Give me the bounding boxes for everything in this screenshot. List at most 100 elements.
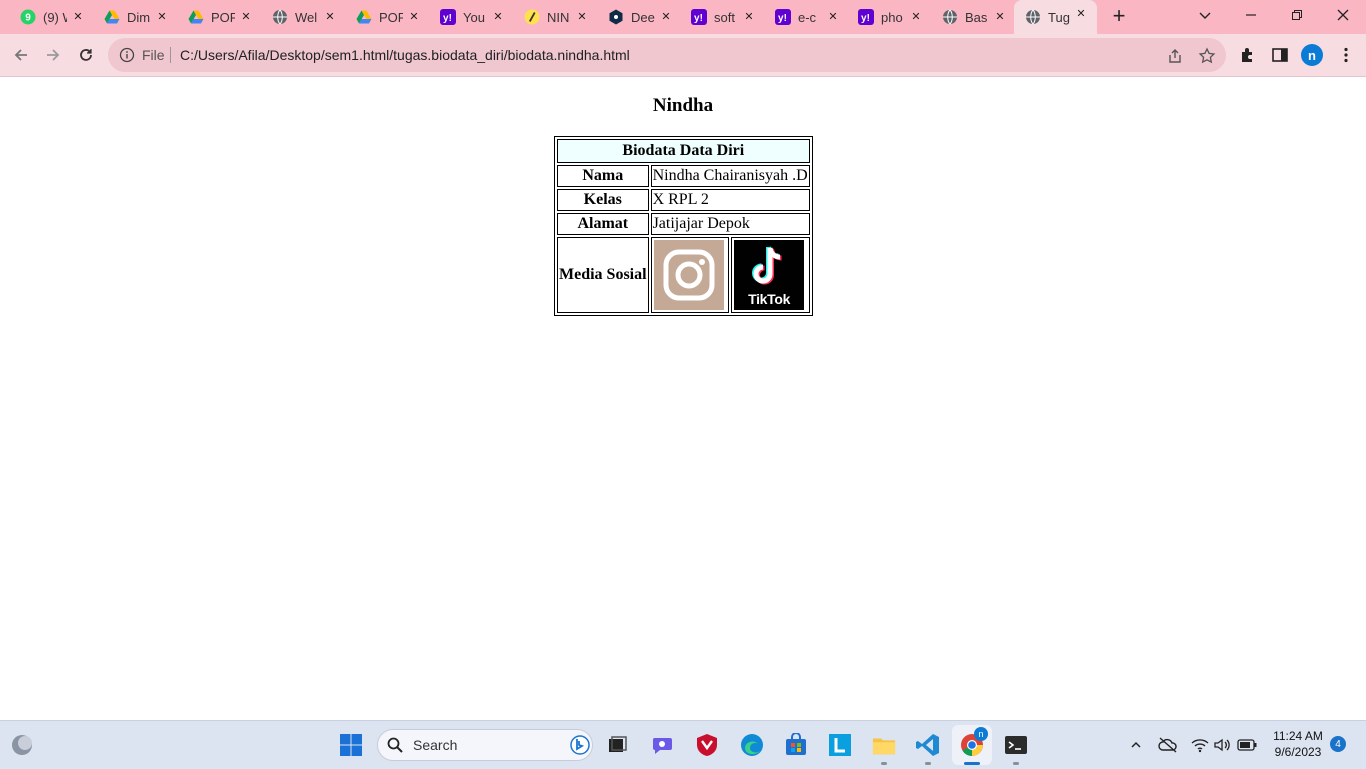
- bookmark-star-icon[interactable]: [1198, 47, 1216, 65]
- task-view-icon[interactable]: [605, 733, 629, 757]
- url-text[interactable]: C:/Users/Afila/Desktop/sem1.html/tugas.b…: [180, 38, 630, 72]
- close-tab-icon[interactable]: ✕: [71, 10, 85, 24]
- close-tab-icon[interactable]: ✕: [575, 10, 589, 24]
- show-hidden-icons-button[interactable]: [1126, 735, 1146, 755]
- address-bar[interactable]: File C:/Users/Afila/Desktop/sem1.html/tu…: [108, 38, 1226, 72]
- battery-icon[interactable]: [1237, 735, 1257, 755]
- restore-button[interactable]: [1274, 0, 1320, 30]
- arrow-right-icon: [47, 49, 60, 61]
- instagram-cell: [650, 237, 730, 313]
- tab-title: POF: [211, 9, 235, 25]
- windows-logo-icon: [340, 734, 362, 756]
- terminal-icon[interactable]: [1004, 733, 1028, 757]
- browser-tab[interactable]: y! soft ✕: [681, 3, 765, 31]
- chat-icon[interactable]: [651, 733, 675, 757]
- close-tab-icon[interactable]: ✕: [239, 10, 253, 24]
- tab-search-button[interactable]: [1182, 0, 1228, 30]
- extensions-icon[interactable]: [1239, 46, 1257, 64]
- browser-toolbar: File C:/Users/Afila/Desktop/sem1.html/tu…: [0, 34, 1366, 77]
- search-icon: [387, 737, 403, 753]
- google-drive-icon: [104, 9, 120, 25]
- chevron-up-icon: [1131, 741, 1141, 748]
- browser-tab[interactable]: Bas ✕: [932, 3, 1016, 31]
- browser-tab[interactable]: POF ✕: [178, 3, 262, 31]
- start-button[interactable]: [339, 733, 363, 757]
- file-explorer-icon[interactable]: [872, 733, 896, 757]
- arrow-left-icon: [14, 49, 27, 61]
- edge-icon[interactable]: [740, 733, 764, 757]
- weather-widget-icon[interactable]: [10, 733, 34, 757]
- tab-title: (9) W: [43, 9, 67, 25]
- new-tab-button[interactable]: +: [1108, 5, 1130, 28]
- clock-time: 11:24 AM: [1273, 729, 1323, 743]
- back-button[interactable]: [9, 43, 33, 67]
- profile-avatar[interactable]: n: [1301, 44, 1323, 66]
- tab-title: POF: [379, 9, 403, 25]
- close-window-button[interactable]: [1320, 0, 1366, 30]
- row-value-nama: Nindha Chairanisyah .D: [650, 165, 810, 187]
- clock-date: 9/6/2023: [1274, 745, 1322, 759]
- close-tab-icon[interactable]: ✕: [909, 10, 923, 24]
- browser-tab[interactable]: NIN ✕: [514, 3, 598, 31]
- tiktok-icon[interactable]: TikTok: [734, 240, 805, 310]
- running-indicator: [881, 762, 887, 765]
- browser-tab[interactable]: y! pho ✕: [848, 3, 932, 31]
- svg-text:y!: y!: [861, 13, 870, 24]
- browser-tab[interactable]: Wel ✕: [262, 3, 346, 31]
- clock[interactable]: 11:24 AM 9/6/2023: [1266, 728, 1330, 760]
- row-value-alamat: Jatijajar Depok: [650, 213, 810, 235]
- more-menu-icon[interactable]: [1337, 46, 1355, 64]
- reload-button[interactable]: [74, 43, 98, 67]
- close-tab-icon[interactable]: ✕: [993, 10, 1007, 24]
- tab-title: NIN: [547, 9, 570, 25]
- onedrive-offline-icon[interactable]: [1158, 735, 1178, 755]
- taskbar-search[interactable]: Search: [377, 729, 593, 761]
- vscode-icon[interactable]: [916, 733, 940, 757]
- page-heading: Nindha: [652, 95, 714, 116]
- close-tab-icon[interactable]: ✕: [826, 10, 840, 24]
- browser-tab[interactable]: y! e-c ✕: [765, 3, 849, 31]
- taskbar: Search n 11:24 AM 9/6/2023 4: [0, 720, 1366, 769]
- close-tab-icon[interactable]: ✕: [1074, 7, 1088, 21]
- bing-icon[interactable]: [570, 735, 590, 755]
- browser-tab[interactable]: 9 (9) W ✕: [10, 3, 94, 31]
- page-content: Nindha Biodata Data Diri Nama Nindha Cha…: [0, 77, 1366, 720]
- active-indicator: [964, 762, 980, 765]
- chrome-profile-badge: n: [974, 727, 988, 741]
- omnibox-divider: [170, 47, 171, 63]
- minimize-button[interactable]: [1228, 0, 1274, 30]
- mcafee-icon[interactable]: [695, 733, 719, 757]
- browser-tab[interactable]: Tug ✕: [1014, 0, 1097, 34]
- browser-tab[interactable]: Dim ✕: [94, 3, 178, 31]
- side-panel-icon[interactable]: [1271, 46, 1289, 64]
- tab-title: pho: [881, 9, 903, 25]
- browser-tab[interactable]: POF ✕: [346, 3, 430, 31]
- yahoo-icon: y!: [691, 9, 707, 25]
- browser-tab[interactable]: Dee ✕: [598, 3, 682, 31]
- close-tab-icon[interactable]: ✕: [659, 10, 673, 24]
- search-placeholder: Search: [413, 737, 458, 753]
- whatsapp-icon: 9: [20, 9, 36, 25]
- row-label-kelas: Kelas: [557, 189, 649, 211]
- close-tab-icon[interactable]: ✕: [155, 10, 169, 24]
- wifi-icon[interactable]: [1190, 735, 1210, 755]
- google-drive-icon: [356, 9, 372, 25]
- instagram-icon[interactable]: [653, 240, 724, 310]
- microsoft-store-icon[interactable]: [784, 733, 808, 757]
- browser-tab[interactable]: y! You ✕: [430, 3, 514, 31]
- lexicon-app-icon[interactable]: [828, 733, 852, 757]
- svg-text:y!: y!: [443, 13, 452, 24]
- share-icon[interactable]: [1166, 47, 1184, 65]
- tab-title: Wel: [295, 9, 318, 25]
- volume-icon[interactable]: [1212, 735, 1232, 755]
- close-tab-icon[interactable]: ✕: [323, 10, 337, 24]
- notification-badge[interactable]: 4: [1330, 736, 1346, 752]
- biodata-table: Biodata Data Diri Nama Nindha Chairanisy…: [554, 136, 813, 316]
- close-tab-icon[interactable]: ✕: [407, 10, 421, 24]
- close-tab-icon[interactable]: ✕: [491, 10, 505, 24]
- tab-title: e-c: [798, 9, 817, 25]
- close-tab-icon[interactable]: ✕: [742, 10, 756, 24]
- tab-title: Dim: [127, 9, 151, 25]
- info-icon[interactable]: [119, 47, 135, 63]
- forward-button[interactable]: [41, 43, 65, 67]
